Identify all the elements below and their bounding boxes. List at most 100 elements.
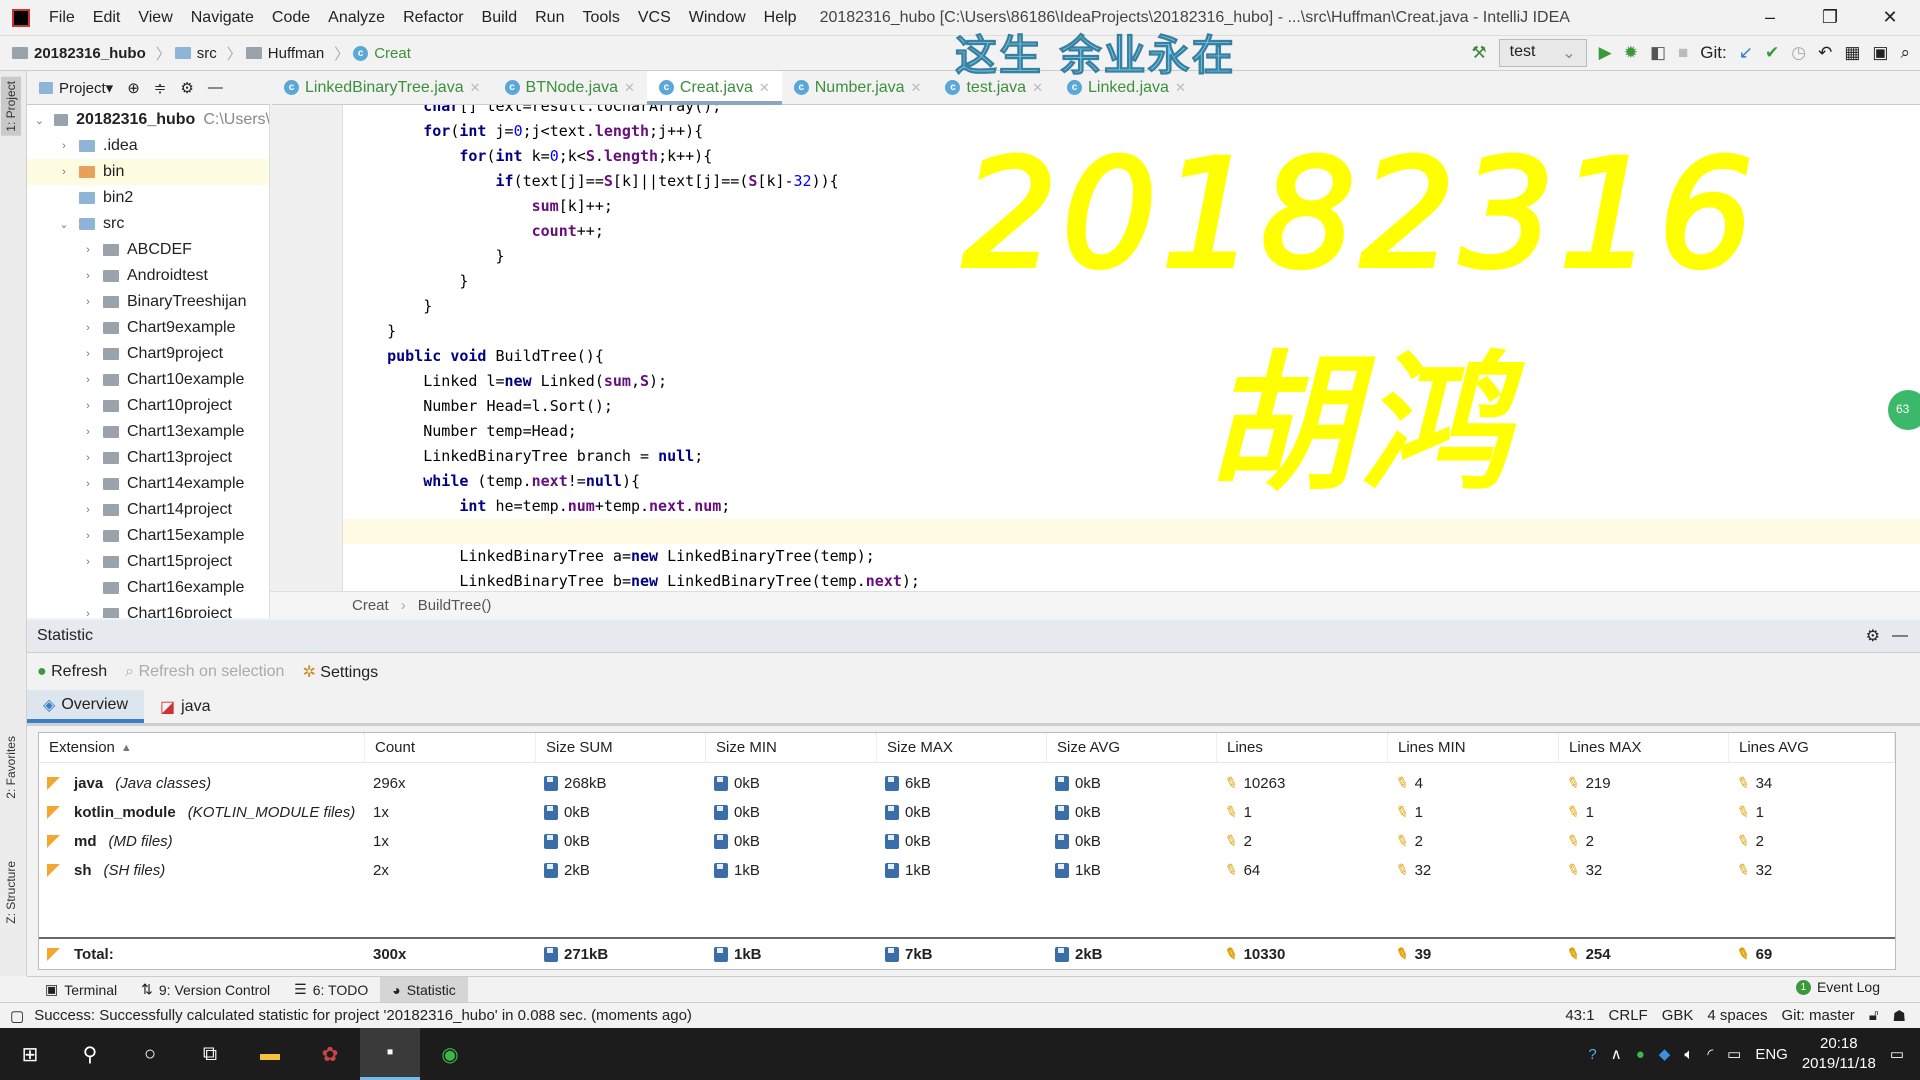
collapse-all-icon[interactable]: ≑ xyxy=(154,79,167,97)
menu-analyze[interactable]: Analyze xyxy=(328,9,385,26)
menu-file[interactable]: File xyxy=(49,9,75,26)
tool-tab-versioncontrol[interactable]: ⇅ 9: Version Control xyxy=(129,977,282,1002)
tree-item[interactable]: ⌄ src xyxy=(27,211,269,237)
menu-help[interactable]: Help xyxy=(764,9,797,26)
total-row[interactable]: Total: 300x 271kB 1kB 7kB 2kB ✎ 10330 ✎ 39 ✎ 254 ✎ 69 xyxy=(39,937,1895,969)
code-line[interactable]: 42 int he=temp.num+temp.next.num; xyxy=(343,494,1920,519)
code-editor[interactable]: 26 char[] text=result.toCharArray();27 f… xyxy=(343,105,1920,591)
close-tab-icon[interactable]: ✕ xyxy=(911,80,922,96)
tray-cloud-icon[interactable]: ◆ xyxy=(1659,1045,1671,1063)
code-line[interactable]: 43 xyxy=(343,519,1920,544)
crumb-package[interactable]: Huffman xyxy=(245,45,324,62)
tool-tab-statistic[interactable]: ◕ Statistic xyxy=(380,977,468,1002)
coverage-badge[interactable]: 63 xyxy=(1888,390,1920,430)
chevron-down-icon[interactable]: ⌄ xyxy=(33,114,46,127)
cortana-icon[interactable]: ○ xyxy=(120,1028,180,1080)
close-button[interactable]: ✕ xyxy=(1860,0,1920,35)
tree-item[interactable]: › BinaryTreeshijan xyxy=(27,289,269,315)
chevron-right-icon[interactable]: › xyxy=(81,608,95,618)
menu-code[interactable]: Code xyxy=(272,9,310,26)
chevron-right-icon[interactable]: › xyxy=(81,530,95,542)
code-line[interactable]: 29 if(text[j]==S[k]||text[j]==(S[k]-32))… xyxy=(343,169,1920,194)
browser-icon[interactable]: ◉ xyxy=(420,1028,480,1080)
file-explorer-icon[interactable]: ▬ xyxy=(240,1028,300,1080)
task-view-icon[interactable]: ⧉ xyxy=(180,1028,240,1080)
tree-item[interactable]: › Androidtest xyxy=(27,263,269,289)
code-line[interactable]: 44 LinkedBinaryTree a=new LinkedBinaryTr… xyxy=(343,544,1920,569)
column-header-lines-max[interactable]: Lines MAX xyxy=(1559,732,1729,763)
wifi-icon[interactable]: ◜ xyxy=(1707,1045,1713,1063)
menu-window[interactable]: Window xyxy=(689,9,746,26)
tab-number-java[interactable]: c Number.java ✕ xyxy=(782,71,934,104)
tree-item[interactable]: › Chart15project xyxy=(27,549,269,575)
code-line[interactable]: 28 for(int k=0;k<S.length;k++){ xyxy=(343,144,1920,169)
tree-item[interactable]: › Chart9example xyxy=(27,315,269,341)
tree-item[interactable]: › Chart10example xyxy=(27,367,269,393)
tree-item[interactable]: › Chart15example xyxy=(27,523,269,549)
tree-item[interactable]: › bin xyxy=(27,159,269,185)
locate-icon[interactable]: ⊕ xyxy=(127,79,140,97)
code-line[interactable]: 45 LinkedBinaryTree b=new LinkedBinaryTr… xyxy=(343,569,1920,591)
close-tab-icon[interactable]: ✕ xyxy=(759,80,770,96)
revert-icon[interactable]: ↶ xyxy=(1818,43,1832,63)
code-line[interactable]: 35 } xyxy=(343,319,1920,344)
tree-item[interactable]: ⌄ 20182316_hubo C:\Users\ xyxy=(27,107,269,133)
lock-icon[interactable]: 🔓︎ xyxy=(1869,1007,1879,1024)
close-tab-icon[interactable]: ✕ xyxy=(1175,80,1186,96)
tree-item[interactable]: › Chart9project xyxy=(27,341,269,367)
menu-refactor[interactable]: Refactor xyxy=(403,9,463,26)
table-row[interactable]: java (Java classes) 296x 268kB 0kB 6kB 0kB ✎ 102… xyxy=(39,769,1895,797)
file-encoding[interactable]: GBK xyxy=(1662,1007,1694,1024)
editor-crumb-class[interactable]: Creat xyxy=(352,597,389,614)
chevron-right-icon[interactable]: › xyxy=(81,296,95,308)
search-icon[interactable]: ⌕ xyxy=(1900,43,1910,63)
code-line[interactable]: 39 Number temp=Head; xyxy=(343,419,1920,444)
event-log-button[interactable]: 1 Event Log xyxy=(1795,979,1880,995)
notifications-icon[interactable]: ▭ xyxy=(1890,1045,1904,1063)
tray-app-icon[interactable]: ● xyxy=(1636,1046,1645,1063)
windows-start-icon[interactable]: ⊞ xyxy=(0,1028,60,1080)
column-header-size-avg[interactable]: Size AVG xyxy=(1047,732,1217,763)
tab-btnode-java[interactable]: c BTNode.java ✕ xyxy=(493,71,647,104)
column-header-count[interactable]: Count xyxy=(365,732,536,763)
debug-icon[interactable]: ✹ xyxy=(1624,43,1638,63)
code-line[interactable]: 27 for(int j=0;j<text.length;j++){ xyxy=(343,119,1920,144)
tool-tab-terminal[interactable]: ▣ Terminal xyxy=(33,977,129,1002)
git-update-icon[interactable]: ↙ xyxy=(1739,43,1753,63)
run-config-dropdown[interactable]: test ⌄ xyxy=(1498,39,1587,67)
menu-vcs[interactable]: VCS xyxy=(638,9,671,26)
crumb-src[interactable]: src xyxy=(174,45,217,62)
terminal-window-icon[interactable]: ▣ xyxy=(1872,43,1888,63)
chevron-right-icon[interactable]: › xyxy=(81,270,95,282)
tab-test-java[interactable]: c test.java ✕ xyxy=(933,71,1055,104)
close-tab-icon[interactable]: ✕ xyxy=(624,80,635,96)
settings-button[interactable]: ✲ Settings xyxy=(302,662,378,682)
chevron-right-icon[interactable]: › xyxy=(81,452,95,464)
column-header-lines-avg[interactable]: Lines AVG xyxy=(1729,732,1895,763)
gear-icon[interactable]: ⚙ xyxy=(1866,626,1880,646)
app-icon[interactable]: ✿ xyxy=(300,1028,360,1080)
tree-item[interactable]: › Chart14project xyxy=(27,497,269,523)
stop-icon[interactable]: ■ xyxy=(1678,43,1688,63)
run-icon[interactable]: ▶ xyxy=(1599,43,1612,63)
table-row[interactable]: md (MD files) 1x 0kB 0kB 0kB 0kB ✎ 2 ✎ 2 ✎ 2 ✎ 2 xyxy=(39,827,1895,855)
column-header-lines[interactable]: Lines xyxy=(1217,732,1388,763)
search-icon[interactable]: ⚲ xyxy=(60,1028,120,1080)
indent-setting[interactable]: 4 spaces xyxy=(1707,1007,1767,1024)
intellij-taskbar-icon[interactable]: ▪ xyxy=(360,1028,420,1080)
caret-position[interactable]: 43:1 xyxy=(1565,1007,1594,1024)
column-header-lines-min[interactable]: Lines MIN xyxy=(1388,732,1559,763)
menu-build[interactable]: Build xyxy=(482,9,518,26)
chevron-right-icon[interactable]: › xyxy=(81,348,95,360)
hide-panel-icon[interactable]: — xyxy=(1892,627,1908,645)
close-tab-icon[interactable]: ✕ xyxy=(470,80,481,96)
tab-linkedbinarytree-java[interactable]: c LinkedBinaryTree.java ✕ xyxy=(272,71,493,104)
history-icon[interactable]: ◷ xyxy=(1791,43,1806,63)
clock[interactable]: 20:18 2019/11/18 xyxy=(1802,1034,1876,1074)
chevron-right-icon[interactable]: › xyxy=(81,400,95,412)
tab-linked-java[interactable]: c Linked.java ✕ xyxy=(1055,71,1198,104)
tree-item[interactable]: › ABCDEF xyxy=(27,237,269,263)
menu-navigate[interactable]: Navigate xyxy=(191,9,254,26)
tree-item[interactable]: › .idea xyxy=(27,133,269,159)
menu-run[interactable]: Run xyxy=(535,9,564,26)
